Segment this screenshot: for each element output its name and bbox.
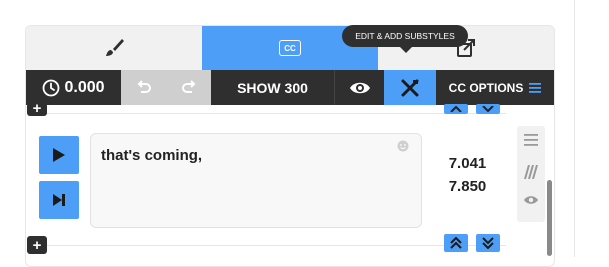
time-value: 0.000 <box>64 78 105 96</box>
redo-icon <box>182 79 196 93</box>
move-down-button-top[interactable] <box>476 104 500 114</box>
drag-handle-icon[interactable] <box>522 131 540 149</box>
caption-toolbar: 0.000 SHOW 300 CC OPTIONS <box>26 70 554 105</box>
double-chevron-up-icon <box>450 237 462 249</box>
double-chevron-down-icon <box>482 237 494 249</box>
chevron-down-icon <box>482 106 494 112</box>
edit-style-icon <box>401 79 419 96</box>
cc-options-button[interactable]: CC OPTIONS <box>436 70 554 105</box>
tab-style-brush[interactable] <box>26 26 202 70</box>
redo-button[interactable] <box>167 70 211 105</box>
clock-icon <box>43 79 60 96</box>
tab-bar: CC <box>26 26 554 70</box>
move-up-button[interactable] <box>444 234 468 252</box>
cc-icon: CC <box>279 40 301 56</box>
undo-icon <box>137 79 151 93</box>
edit-substyles-button[interactable] <box>384 70 436 105</box>
play-caption-button[interactable] <box>39 136 79 174</box>
tooltip-arrow <box>400 47 412 53</box>
eye-icon <box>350 82 370 93</box>
play-icon <box>53 148 65 162</box>
right-divider <box>574 0 575 257</box>
brush-icon <box>106 39 124 56</box>
visibility-eye-icon[interactable] <box>522 191 540 209</box>
preview-toggle-button[interactable] <box>334 70 385 105</box>
caption-side-tools <box>517 126 545 222</box>
emoji-icon[interactable] <box>397 140 409 152</box>
add-caption-above-button[interactable]: + <box>27 101 47 116</box>
skip-next-icon <box>53 194 65 206</box>
substyles-tooltip: EDIT & ADD SUBSTYLES <box>342 25 468 47</box>
scrollbar-thumb[interactable] <box>547 180 552 256</box>
row-divider-top <box>46 113 506 114</box>
undo-button[interactable] <box>121 70 167 105</box>
skip-next-button[interactable] <box>39 181 79 219</box>
add-caption-below-button[interactable]: + <box>27 236 47 254</box>
cc-options-label: CC OPTIONS <box>448 80 524 95</box>
row-divider-bottom <box>46 245 506 246</box>
move-down-button[interactable] <box>476 234 500 252</box>
caption-text-field[interactable]: that's coming, <box>90 133 422 228</box>
show-count-button[interactable]: SHOW 300 <box>211 70 334 105</box>
chevron-up-icon <box>450 106 462 112</box>
caption-end-time[interactable]: 7.850 <box>440 178 495 195</box>
style-stripes-icon[interactable] <box>522 163 540 181</box>
menu-icon <box>529 82 542 93</box>
move-up-button-top[interactable] <box>444 104 468 114</box>
caption-start-time[interactable]: 7.041 <box>440 155 495 172</box>
caption-text: that's coming, <box>101 147 203 164</box>
